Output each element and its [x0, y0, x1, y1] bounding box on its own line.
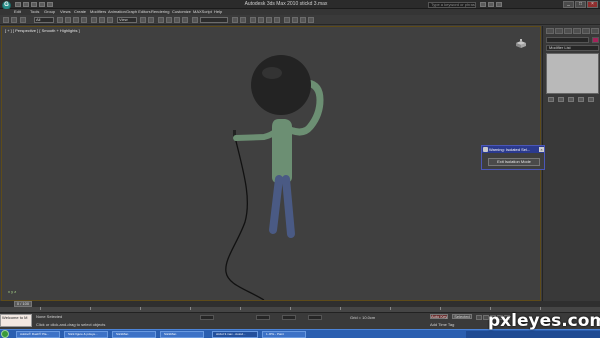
- reference-coord-dropdown[interactable]: View: [117, 17, 137, 23]
- grid-readout: Grid = 10.0cm: [350, 315, 376, 320]
- percent-snap-icon[interactable]: [174, 17, 180, 23]
- angle-snap-icon[interactable]: [166, 17, 172, 23]
- y-coordinate-field[interactable]: [282, 315, 296, 320]
- named-selection-dropdown[interactable]: [200, 17, 228, 23]
- watermark-logo: pxleyes.com: [488, 311, 600, 331]
- select-and-rotate-icon[interactable]: [99, 17, 105, 23]
- motion-tab-icon[interactable]: [573, 28, 581, 34]
- undo-tool-icon[interactable]: [3, 17, 9, 23]
- hierarchy-tab-icon[interactable]: [564, 28, 572, 34]
- align-icon[interactable]: [240, 17, 246, 23]
- modifier-stack[interactable]: [546, 53, 599, 94]
- lock-selection-icon[interactable]: [200, 315, 214, 320]
- viewcube-home-icon[interactable]: [514, 39, 528, 49]
- spinner-snap-icon[interactable]: [182, 17, 188, 23]
- graphite-toggle-icon[interactable]: [258, 17, 264, 23]
- modifier-list-dropdown[interactable]: Modifier List: [546, 45, 599, 51]
- main-toolbar: All View: [0, 15, 600, 25]
- perspective-viewport[interactable]: [ + ] [ Perspective ] [ Smooth + Highlig…: [1, 26, 541, 301]
- select-manipulate-icon[interactable]: [148, 17, 154, 23]
- maximize-button[interactable]: □: [575, 1, 586, 8]
- quick-render-icon[interactable]: [308, 17, 314, 23]
- selection-filter-dropdown[interactable]: All: [34, 17, 54, 23]
- go-to-start-icon[interactable]: [476, 315, 482, 320]
- dialog-close-button[interactable]: ×: [539, 147, 544, 152]
- head-sphere: [251, 55, 311, 115]
- taskbar-item[interactable]: Adobe® Flash® Pla...: [16, 331, 60, 338]
- layer-manager-icon[interactable]: [250, 17, 256, 23]
- head-highlight: [262, 67, 282, 79]
- axis-tripod-icon: x y z: [8, 289, 17, 294]
- start-button[interactable]: [1, 330, 9, 338]
- system-tray[interactable]: [466, 331, 600, 338]
- window-title: Autodesk 3ds Max 2010 stickd 3.max: [244, 1, 328, 7]
- rectangular-selection-icon[interactable]: [73, 17, 79, 23]
- modify-tab-icon[interactable]: [555, 28, 563, 34]
- warning-icon: [483, 147, 488, 152]
- pivot-center-icon[interactable]: [140, 17, 146, 23]
- save-file-icon[interactable]: [31, 2, 37, 7]
- create-tab-icon[interactable]: [546, 28, 554, 34]
- object-color-swatch[interactable]: [592, 37, 599, 43]
- selection-status: None Selected: [36, 314, 63, 319]
- z-coordinate-field[interactable]: [308, 315, 322, 320]
- configure-modifier-sets-icon[interactable]: [588, 97, 594, 102]
- left-arm: [233, 128, 279, 141]
- redo-tool-icon[interactable]: [11, 17, 17, 23]
- x-coordinate-field[interactable]: [256, 315, 270, 320]
- auto-key-button[interactable]: Auto Key: [430, 314, 448, 319]
- mirror-icon[interactable]: [232, 17, 238, 23]
- open-file-icon[interactable]: [23, 2, 29, 7]
- link-icon[interactable]: [20, 17, 26, 23]
- taskbar-item[interactable]: stickd 3.max - Autod...: [212, 331, 258, 338]
- material-editor-icon[interactable]: [284, 17, 290, 23]
- torso: [272, 119, 292, 183]
- pin-stack-icon[interactable]: [548, 97, 554, 102]
- render-setup-icon[interactable]: [292, 17, 298, 23]
- prompt-line: Click or click-and-drag to select object…: [36, 322, 106, 327]
- rendered-frame-icon[interactable]: [300, 17, 306, 23]
- select-by-name-icon[interactable]: [65, 17, 71, 23]
- window-crossing-icon[interactable]: [81, 17, 87, 23]
- select-object-icon[interactable]: [57, 17, 63, 23]
- microphone-cable: [225, 136, 265, 300]
- object-name-field[interactable]: [546, 37, 589, 43]
- app-root: G Autodesk 3ds Max 2010 stickd 3.max Typ…: [0, 0, 600, 338]
- snaps-toggle-icon[interactable]: [158, 17, 164, 23]
- select-and-scale-icon[interactable]: [107, 17, 113, 23]
- close-button[interactable]: ×: [587, 1, 598, 8]
- search-icon[interactable]: [480, 2, 486, 7]
- help-icon[interactable]: [496, 2, 502, 7]
- dialog-title[interactable]: Warning: Isolated Sel...: [482, 146, 544, 153]
- make-unique-icon[interactable]: [568, 97, 574, 102]
- exit-isolation-mode-button[interactable]: Exit Isolation Mode: [488, 158, 540, 166]
- search-input[interactable]: Type a keyword or phrase: [428, 2, 476, 8]
- utilities-tab-icon[interactable]: [591, 28, 599, 34]
- scene-canvas: [225, 55, 324, 300]
- taskbar-item[interactable]: Stick figure & pxleye...: [64, 331, 108, 338]
- taskbar-item[interactable]: StickMan: [112, 331, 156, 338]
- maxscript-listener[interactable]: Welcome to M: [0, 314, 32, 327]
- selected-dropdown[interactable]: Selected: [452, 314, 472, 319]
- new-file-icon[interactable]: [15, 2, 21, 7]
- minimize-button[interactable]: _: [563, 1, 574, 8]
- redo-icon[interactable]: [47, 2, 53, 7]
- taskbar-item[interactable]: StickMan: [160, 331, 204, 338]
- schematic-view-icon[interactable]: [274, 17, 280, 23]
- add-time-tag[interactable]: Add Time Tag: [430, 322, 454, 327]
- taskbar-item[interactable]: 1.JPG - Paint: [262, 331, 306, 338]
- title-bar: G Autodesk 3ds Max 2010 stickd 3.max Typ…: [0, 0, 600, 10]
- left-leg: [269, 175, 283, 234]
- remove-modifier-icon[interactable]: [578, 97, 584, 102]
- edit-named-selection-icon[interactable]: [192, 17, 198, 23]
- select-and-move-icon[interactable]: [91, 17, 97, 23]
- command-panel: Modifier List: [542, 26, 600, 301]
- subscription-icon[interactable]: [488, 2, 494, 7]
- show-end-result-icon[interactable]: [558, 97, 564, 102]
- display-tab-icon[interactable]: [582, 28, 590, 34]
- undo-icon[interactable]: [39, 2, 45, 7]
- right-leg: [282, 175, 295, 238]
- curve-editor-icon[interactable]: [266, 17, 272, 23]
- isolation-mode-dialog: Warning: Isolated Sel... × Exit Isolatio…: [481, 145, 545, 170]
